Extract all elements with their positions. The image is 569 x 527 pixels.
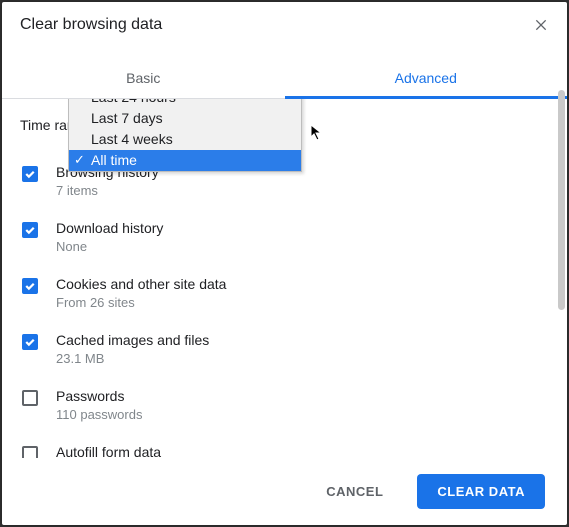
- tab-basic[interactable]: Basic: [2, 58, 285, 98]
- dialog-header: Clear browsing data: [2, 2, 567, 34]
- scrollbar[interactable]: [558, 90, 565, 310]
- dialog-footer: Cancel Clear data: [2, 458, 567, 525]
- cancel-button[interactable]: Cancel: [306, 474, 403, 509]
- dialog-content: Time range Last hour Last 24 hours Last …: [2, 99, 567, 458]
- clear-browsing-data-dialog: Clear browsing data Basic Advanced Time …: [2, 2, 567, 525]
- checkbox-cached[interactable]: [22, 334, 38, 350]
- item-label: Autofill form data: [56, 444, 161, 458]
- list-item: Cookies and other site data From 26 site…: [22, 265, 555, 321]
- close-icon[interactable]: [533, 17, 549, 33]
- checkbox-cookies[interactable]: [22, 278, 38, 294]
- checkbox-browsing-history[interactable]: [22, 166, 38, 182]
- item-sub: None: [56, 239, 163, 254]
- item-label: Cookies and other site data: [56, 276, 226, 292]
- dropdown-option[interactable]: Last 24 hours: [69, 99, 301, 108]
- checkbox-autofill[interactable]: [22, 446, 38, 458]
- item-sub: From 26 sites: [56, 295, 226, 310]
- tabs: Basic Advanced: [2, 58, 567, 99]
- list-item: Autofill form data: [22, 433, 555, 458]
- item-sub: 7 items: [56, 183, 159, 198]
- dropdown-option-selected[interactable]: All time: [69, 150, 301, 171]
- item-label: Download history: [56, 220, 163, 236]
- list-item: Cached images and files 23.1 MB: [22, 321, 555, 377]
- list-item: Passwords 110 passwords: [22, 377, 555, 433]
- checkbox-download-history[interactable]: [22, 222, 38, 238]
- item-sub: 23.1 MB: [56, 351, 209, 366]
- dropdown-option[interactable]: Last 4 weeks: [69, 129, 301, 150]
- time-range-dropdown[interactable]: Last hour Last 24 hours Last 7 days Last…: [68, 99, 302, 172]
- list-item: Download history None: [22, 209, 555, 265]
- item-label: Passwords: [56, 388, 142, 404]
- clear-data-button[interactable]: Clear data: [417, 474, 545, 509]
- dialog-title: Clear browsing data: [20, 16, 162, 34]
- checkbox-passwords[interactable]: [22, 390, 38, 406]
- item-label: Cached images and files: [56, 332, 209, 348]
- dropdown-option[interactable]: Last 7 days: [69, 108, 301, 129]
- tab-advanced[interactable]: Advanced: [285, 58, 568, 98]
- data-types-list: Browsing history 7 items Download histor…: [22, 153, 555, 458]
- item-sub: 110 passwords: [56, 407, 142, 422]
